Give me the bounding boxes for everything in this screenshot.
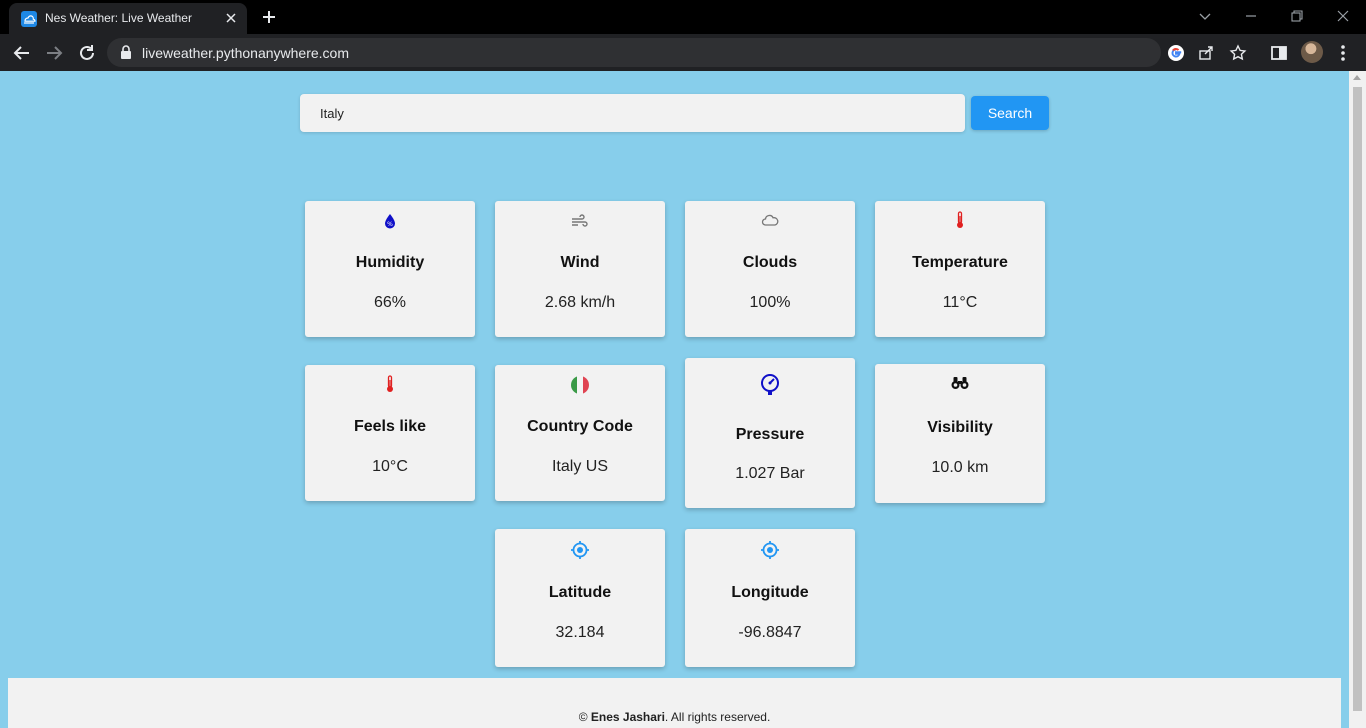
new-tab-plus-icon[interactable] xyxy=(259,7,279,27)
restore-icon[interactable] xyxy=(1287,6,1307,26)
scrollbar-thumb[interactable] xyxy=(1353,87,1362,711)
visibility-value: 10.0 km xyxy=(931,459,989,476)
country-code-value: Italy US xyxy=(551,458,608,475)
google-icon[interactable] xyxy=(1166,43,1186,63)
latitude-label: Latitude xyxy=(548,584,612,601)
longitude-label: Longitude xyxy=(731,584,809,601)
url-text[interactable]: liveweather.pythonanywhere.com xyxy=(142,45,349,61)
humidity-drop-icon: % xyxy=(305,213,475,229)
footer-author: Enes Jashari xyxy=(590,710,665,724)
tab-search-chevron-icon[interactable] xyxy=(1195,6,1215,26)
humidity-label: Humidity xyxy=(355,254,425,271)
wind-value: 2.68 km/h xyxy=(544,294,616,311)
scroll-up-arrow-icon[interactable] xyxy=(1353,75,1361,80)
longitude-value: -96.8847 xyxy=(738,624,802,641)
page-scrollbar[interactable] xyxy=(1349,71,1366,728)
reload-icon[interactable] xyxy=(76,42,98,64)
footer-copyright: © Enes Jashari. All rights reserved. xyxy=(8,710,1341,724)
italy-flag-icon xyxy=(495,375,665,395)
longitude-card: Longitude -96.8847 xyxy=(685,529,855,667)
binoculars-icon xyxy=(875,376,1045,390)
latitude-card: Latitude 32.184 xyxy=(495,529,665,667)
crosshair-icon xyxy=(495,540,665,560)
back-arrow-icon[interactable] xyxy=(11,42,33,64)
side-panel-icon[interactable] xyxy=(1268,42,1290,64)
crosshair-icon xyxy=(685,540,855,560)
temperature-value: 11°C xyxy=(942,294,978,311)
lock-icon[interactable] xyxy=(119,45,133,60)
temperature-card: Temperature 11°C xyxy=(875,201,1045,337)
profile-avatar[interactable] xyxy=(1301,41,1323,63)
search-input[interactable] xyxy=(300,94,965,132)
cloud-icon xyxy=(685,213,855,227)
tab-close-icon[interactable] xyxy=(223,10,239,26)
svg-text:%: % xyxy=(387,221,393,228)
clouds-value: 100% xyxy=(749,294,791,311)
feels-like-value: 10°C xyxy=(372,458,408,475)
feels-like-label: Feels like xyxy=(353,418,427,435)
wind-label: Wind xyxy=(560,254,600,271)
footer-rights: . All rights reserved. xyxy=(664,710,771,724)
share-icon[interactable] xyxy=(1196,43,1216,63)
page-footer: © Enes Jashari. All rights reserved. xyxy=(8,678,1341,728)
country-code-card: Country Code Italy US xyxy=(495,365,665,501)
wind-card: Wind 2.68 km/h xyxy=(495,201,665,337)
address-bar[interactable]: liveweather.pythonanywhere.com xyxy=(107,38,1247,67)
latitude-value: 32.184 xyxy=(555,624,605,641)
browser-toolbar: liveweather.pythonanywhere.com xyxy=(0,34,1366,71)
copyright-symbol: © xyxy=(578,710,588,724)
feels-like-card: Feels like 10°C xyxy=(305,365,475,501)
visibility-label: Visibility xyxy=(927,419,993,436)
thermometer-icon xyxy=(305,375,475,393)
thermometer-icon xyxy=(875,211,1045,229)
more-menu-icon[interactable] xyxy=(1332,42,1354,64)
bookmark-star-icon[interactable] xyxy=(1228,43,1248,63)
wind-icon xyxy=(495,214,665,228)
site-favicon-icon xyxy=(21,11,37,27)
forward-arrow-icon[interactable] xyxy=(43,42,65,64)
clouds-card: Clouds 100% xyxy=(685,201,855,337)
humidity-card: % Humidity 66% xyxy=(305,201,475,337)
pressure-label: Pressure xyxy=(735,426,805,443)
minimize-icon[interactable] xyxy=(1241,6,1261,26)
browser-tab[interactable]: Nes Weather: Live Weather xyxy=(9,3,247,34)
clouds-label: Clouds xyxy=(742,254,798,271)
temperature-label: Temperature xyxy=(912,254,1008,271)
country-code-label: Country Code xyxy=(527,418,633,435)
pressure-value: 1.027 Bar xyxy=(735,465,805,482)
visibility-card: Visibility 10.0 km xyxy=(875,364,1045,503)
search-button[interactable]: Search xyxy=(971,96,1049,130)
gauge-icon xyxy=(685,374,855,396)
humidity-value: 66% xyxy=(373,294,407,311)
pressure-card: Pressure 1.027 Bar xyxy=(685,358,855,508)
browser-tab-strip: Nes Weather: Live Weather xyxy=(0,0,1366,34)
tab-title: Nes Weather: Live Weather xyxy=(45,11,192,25)
close-window-icon[interactable] xyxy=(1333,6,1353,26)
